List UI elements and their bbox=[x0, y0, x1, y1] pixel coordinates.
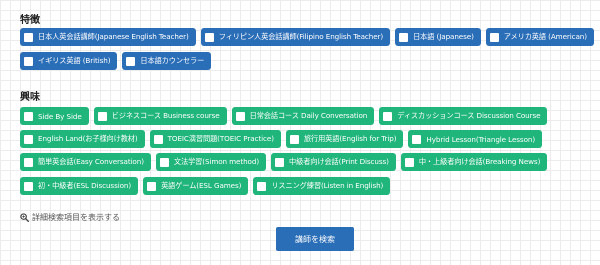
checkbox[interactable] bbox=[383, 111, 393, 121]
checkbox[interactable] bbox=[24, 111, 33, 121]
checkbox[interactable] bbox=[153, 134, 163, 144]
interest-tag[interactable]: 初・中級者(ESL Discussion) bbox=[20, 177, 139, 195]
checkbox[interactable] bbox=[126, 56, 136, 66]
interest-tag-label: Hybrid Lesson(Triangle Lesson) bbox=[426, 134, 536, 144]
interest-tag-label: ディスカッションコース Discussion Course bbox=[397, 111, 541, 120]
interest-tag[interactable]: Side By Side bbox=[20, 107, 89, 125]
interest-tag[interactable]: TOEIC演習問題(TOEIC Practice) bbox=[149, 130, 281, 148]
interest-tag-label: Side By Side bbox=[38, 111, 82, 121]
detail-search-label: 詳細検索項目を表示する bbox=[32, 213, 120, 222]
features-title: 特徴 bbox=[20, 15, 40, 26]
feature-tag-label: 日本人英会話講師(Japanese English Teacher) bbox=[38, 32, 189, 41]
interest-tag[interactable]: リスニング練習(Listen in English) bbox=[253, 177, 391, 195]
interest-tag-label: リスニング練習(Listen in English) bbox=[271, 181, 384, 190]
checkbox[interactable] bbox=[24, 56, 33, 66]
interest-tag[interactable]: 簡単英会話(Easy Conversation) bbox=[20, 153, 151, 171]
checkbox[interactable] bbox=[159, 157, 169, 167]
interest-tag-label: 日常会話コース Daily Conversation bbox=[249, 111, 368, 120]
checkbox[interactable] bbox=[24, 32, 33, 42]
checkbox[interactable] bbox=[24, 134, 33, 144]
interest-tag[interactable]: English Land(お子様向け教材) bbox=[20, 130, 145, 148]
interest-tag-label: 初・中級者(ESL Discussion) bbox=[38, 181, 132, 190]
interest-tag-label: 簡単英会話(Easy Conversation) bbox=[38, 157, 144, 166]
feature-tag-label: 日本語カウンセラー bbox=[140, 56, 205, 65]
checkbox[interactable] bbox=[257, 181, 267, 191]
feature-tag[interactable]: 日本人英会話講師(Japanese English Teacher) bbox=[20, 28, 196, 46]
search-teacher-button[interactable]: 講師を検索 bbox=[276, 227, 354, 251]
checkbox[interactable] bbox=[24, 157, 33, 167]
features-row-1: 日本人英会話講師(Japanese English Teacher) フィリピン… bbox=[20, 28, 594, 46]
interest-tag-label: English Land(お子様向け教材) bbox=[38, 134, 138, 143]
interest-tag-label: 英語ゲーム(ESL Games) bbox=[161, 181, 242, 190]
checkbox[interactable] bbox=[489, 32, 499, 42]
interest-tag-label: 文法学習(Simon method) bbox=[173, 157, 260, 166]
feature-tag[interactable]: フィリピン人英会話講師(Filipino English Teacher) bbox=[200, 28, 391, 46]
interest-tag[interactable]: ビジネスコース Business course bbox=[93, 107, 227, 125]
interests-row-4: 初・中級者(ESL Discussion) 英語ゲーム(ESL Games) リ… bbox=[20, 177, 391, 195]
interest-tag-label: 中級者向け会話(Print Discuss) bbox=[289, 157, 389, 166]
feature-tag-label: 日本語 (Japanese) bbox=[413, 32, 474, 41]
interest-tag-label: ビジネスコース Business course bbox=[111, 111, 220, 120]
checkbox[interactable] bbox=[147, 181, 157, 191]
interests-row-1: Side By Side ビジネスコース Business course 日常会… bbox=[20, 107, 548, 125]
interest-tag[interactable]: 文法学習(Simon method) bbox=[155, 153, 267, 171]
interest-tag[interactable]: Hybrid Lesson(Triangle Lesson) bbox=[408, 130, 543, 148]
feature-tag[interactable]: イギリス英語 (British) bbox=[20, 52, 118, 70]
interest-tag[interactable]: ディスカッションコース Discussion Course bbox=[379, 107, 548, 125]
magnifier-plus-icon bbox=[20, 213, 29, 222]
checkbox[interactable] bbox=[412, 134, 422, 144]
checkbox[interactable] bbox=[289, 134, 299, 144]
interest-tag-label: TOEIC演習問題(TOEIC Practice) bbox=[167, 134, 274, 143]
feature-tag-label: イギリス英語 (British) bbox=[38, 56, 111, 65]
checkbox[interactable] bbox=[24, 181, 33, 191]
interest-tag[interactable]: 旅行用英語(English for Trip) bbox=[285, 130, 404, 148]
interests-title: 興味 bbox=[20, 92, 40, 103]
interest-tag[interactable]: 中級者向け会話(Print Discuss) bbox=[271, 153, 396, 171]
interest-tag-label: 中・上級者向け会話(Breaking News) bbox=[418, 157, 541, 166]
checkbox[interactable] bbox=[204, 32, 214, 42]
feature-tag[interactable]: 日本語カウンセラー bbox=[122, 52, 212, 70]
features-row-2: イギリス英語 (British) 日本語カウンセラー bbox=[20, 52, 212, 70]
checkbox[interactable] bbox=[275, 157, 285, 167]
interest-tag[interactable]: 中・上級者向け会話(Breaking News) bbox=[400, 153, 548, 171]
interest-tag[interactable]: 英語ゲーム(ESL Games) bbox=[143, 177, 249, 195]
interests-row-3: 簡単英会話(Easy Conversation) 文法学習(Simon meth… bbox=[20, 153, 548, 171]
checkbox[interactable] bbox=[399, 32, 409, 42]
interests-row-2: English Land(お子様向け教材) TOEIC演習問題(TOEIC Pr… bbox=[20, 130, 543, 148]
feature-tag-label: アメリカ英語 (American) bbox=[503, 32, 587, 41]
checkbox[interactable] bbox=[235, 111, 245, 121]
feature-tag-label: フィリピン人英会話講師(Filipino English Teacher) bbox=[218, 32, 384, 41]
feature-tag[interactable]: アメリカ英語 (American) bbox=[485, 28, 594, 46]
checkbox[interactable] bbox=[404, 157, 414, 167]
feature-tag[interactable]: 日本語 (Japanese) bbox=[395, 28, 481, 46]
checkbox[interactable] bbox=[97, 111, 107, 121]
interest-tag[interactable]: 日常会話コース Daily Conversation bbox=[231, 107, 375, 125]
detail-search-link[interactable]: 詳細検索項目を表示する bbox=[20, 212, 120, 223]
interest-tag-label: 旅行用英語(English for Trip) bbox=[303, 134, 397, 143]
